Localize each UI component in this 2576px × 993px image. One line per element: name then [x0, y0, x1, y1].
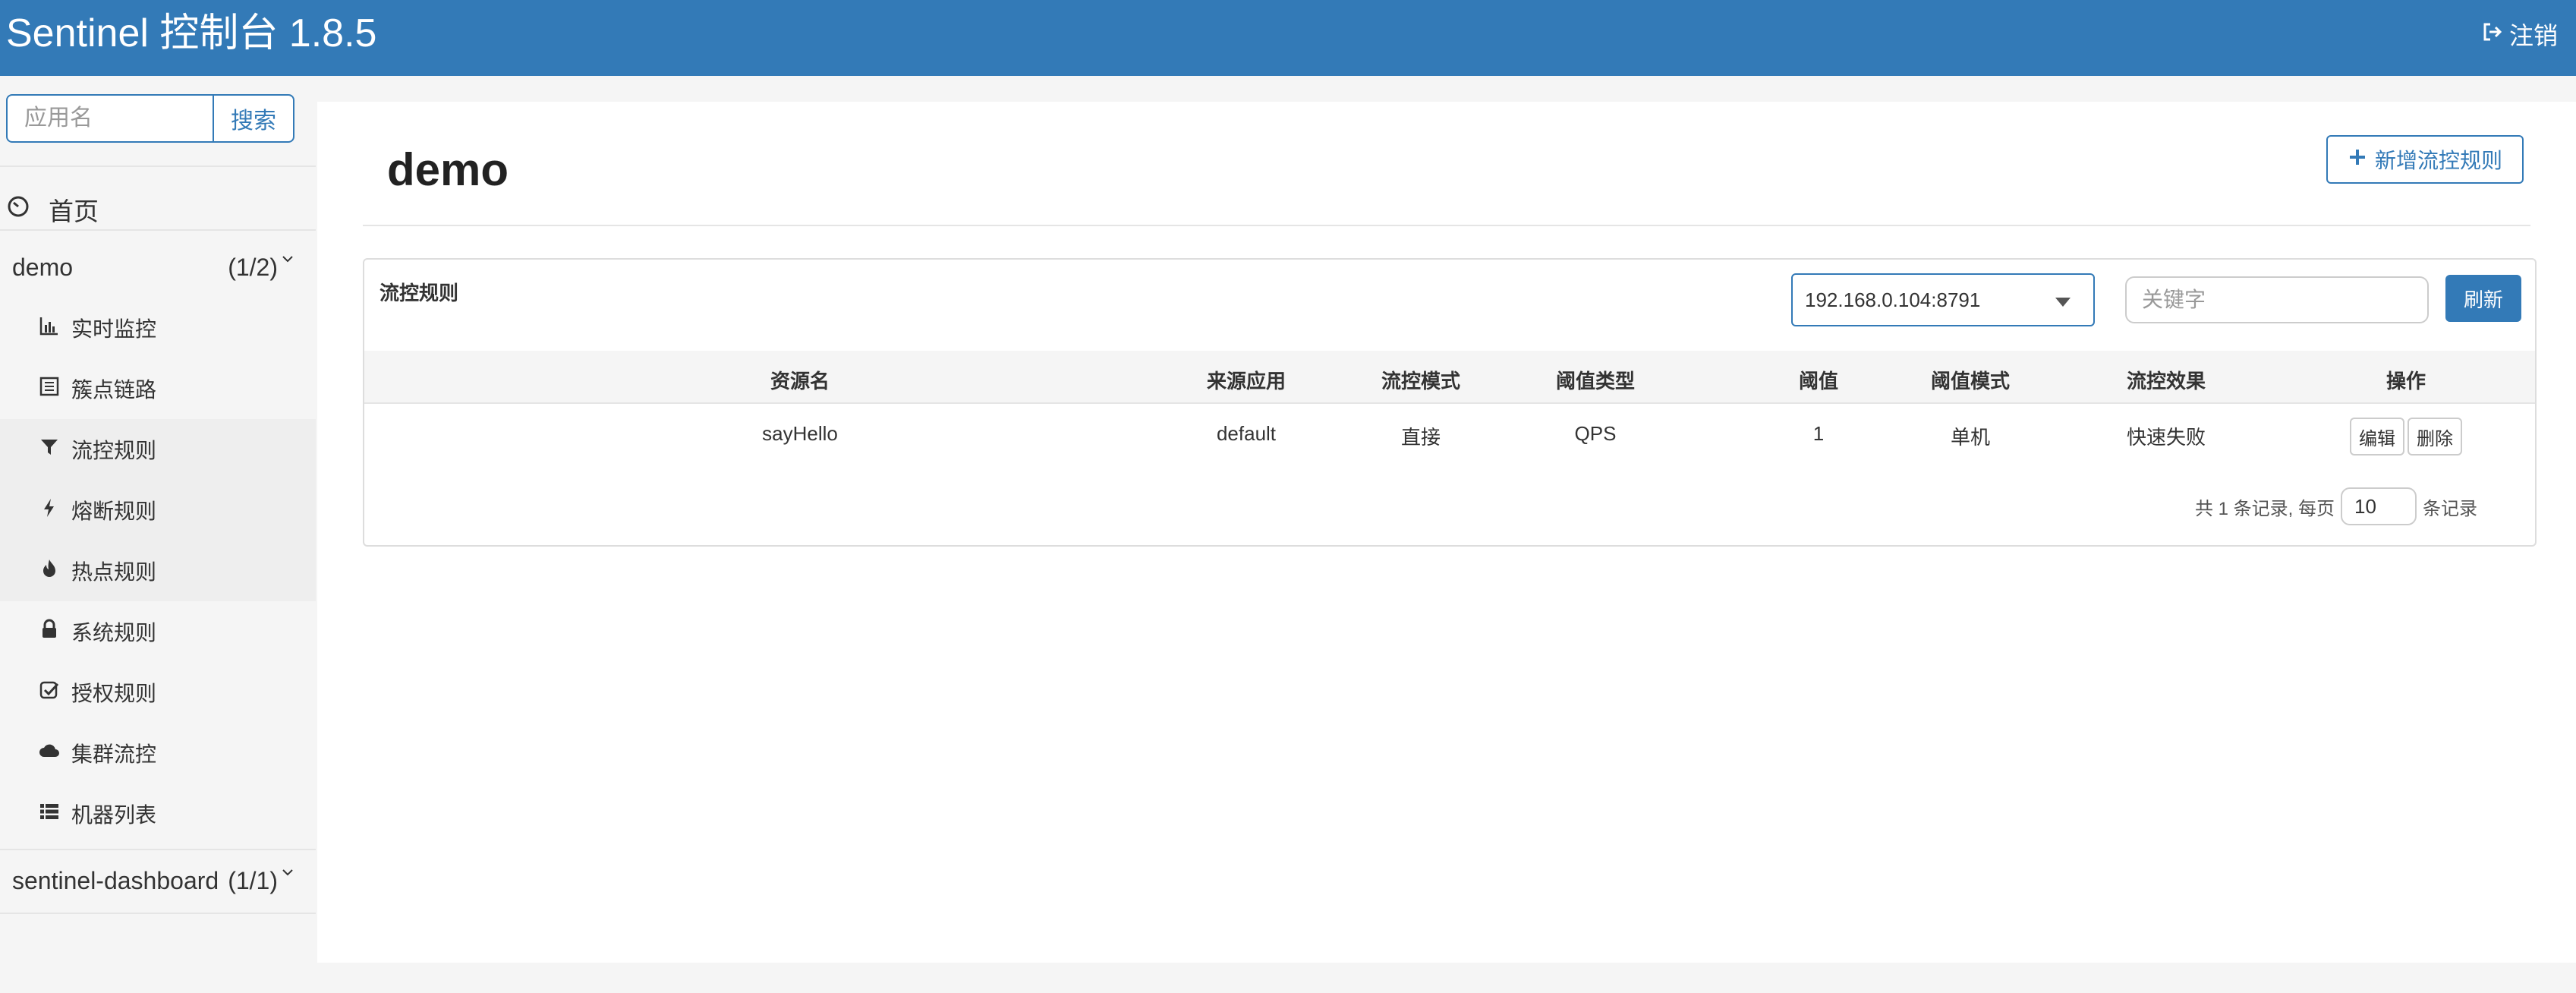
- app-search-input[interactable]: [6, 94, 213, 143]
- sidebar-item-label: 熔断规则: [71, 500, 157, 523]
- add-flow-rule-label: 新增流控规则: [2374, 149, 2502, 172]
- filter-icon: [38, 436, 61, 464]
- bar-chart-icon: [38, 314, 61, 342]
- sidebar-item-label: 系统规则: [71, 621, 157, 645]
- list-alt-icon: [38, 375, 61, 403]
- app-row-demo[interactable]: demo (1/2): [0, 235, 316, 299]
- dashboard-icon: [6, 194, 30, 225]
- sidebar-item-label: 实时监控: [71, 317, 157, 341]
- sidebar-item-hotspot-rules[interactable]: 热点规则: [0, 541, 316, 601]
- check-icon: [38, 679, 61, 707]
- sidebar-item-flow-rules[interactable]: 流控规则: [0, 419, 316, 480]
- edit-button[interactable]: 编辑: [2350, 418, 2404, 456]
- sidebar-item-label: 集群流控: [71, 742, 157, 766]
- machine-select-value: 192.168.0.104:8791: [1805, 288, 1981, 311]
- chevron-down-icon: [278, 865, 294, 896]
- pagination-prefix: 共 1 条记录, 每页: [2194, 498, 2335, 519]
- sidebar-item-system-rules[interactable]: 系统规则: [0, 601, 316, 662]
- column-header: 阈值: [1798, 370, 1839, 392]
- lock-icon: [38, 618, 61, 646]
- column-header: 来源应用: [1206, 370, 1286, 392]
- table-cell: 直接: [1400, 426, 1441, 449]
- pagination: 共 1 条记录, 每页 条记录: [2195, 487, 2477, 525]
- app-name: sentinel-dashboard: [12, 866, 219, 894]
- sidebar-divider: [0, 166, 316, 167]
- sidebar-item-label: 首页: [49, 197, 99, 225]
- table-cell: 快速失败: [2126, 426, 2206, 449]
- app-title[interactable]: Sentinel 控制台 1.8.5: [6, 9, 376, 58]
- sidebar-item-label: 流控规则: [71, 439, 157, 462]
- sidebar-item-realtime-monitor[interactable]: 实时监控: [0, 298, 316, 358]
- column-header: 阈值模式: [1930, 370, 2011, 392]
- column-header: 资源名: [770, 370, 830, 392]
- plus-icon: [2348, 147, 2367, 172]
- table-cell: QPS: [1574, 422, 1617, 445]
- sidebar-item-cluster-point-link[interactable]: 簇点链路: [0, 358, 316, 419]
- delete-button[interactable]: 删除: [2408, 418, 2462, 456]
- app-search-button[interactable]: 搜索: [213, 94, 294, 143]
- refresh-button[interactable]: 刷新: [2445, 275, 2521, 322]
- sidebar-item-label: 热点规则: [71, 560, 157, 584]
- column-header: 流控模式: [1381, 370, 1461, 392]
- pagination-suffix: 条记录: [2423, 498, 2477, 519]
- flash-icon: [38, 496, 61, 525]
- page-size-input[interactable]: [2341, 487, 2417, 525]
- app-machine-count: (1/1): [228, 866, 278, 894]
- cloud-icon: [38, 739, 61, 768]
- machine-select[interactable]: 192.168.0.104:8791: [1791, 273, 2095, 326]
- sidebar-item-label: 授权规则: [71, 682, 157, 705]
- title-divider: [363, 225, 2530, 226]
- add-flow-rule-button[interactable]: 新增流控规则: [2326, 135, 2524, 184]
- table-cell: sayHello: [762, 422, 838, 445]
- sidebar-divider: [0, 913, 316, 914]
- sidebar-item-label: 机器列表: [71, 803, 157, 827]
- chevron-down-icon: [278, 252, 294, 282]
- column-header: 流控效果: [2126, 370, 2206, 392]
- main-content: demo 新增流控规则 流控规则 192.168.0.104:8791 刷新 资…: [317, 102, 2576, 963]
- table-cell: 单机: [1950, 426, 1991, 449]
- app-name: demo: [12, 253, 74, 281]
- sidebar-item-authority-rules[interactable]: 授权规则: [0, 662, 316, 723]
- sign-out-icon: [2480, 20, 2505, 51]
- th-list-icon: [38, 800, 61, 828]
- app-search: 搜索: [6, 94, 294, 143]
- sidebar-item-cluster-flow[interactable]: 集群流控: [0, 723, 316, 783]
- app-row-sentinel-dashboard[interactable]: sentinel-dashboard (1/1): [0, 849, 316, 913]
- flow-rules-panel: 流控规则 192.168.0.104:8791 刷新 资源名 来源应用 流控模式…: [363, 258, 2537, 547]
- panel-title: 流控规则: [379, 282, 459, 304]
- sidebar-item-home[interactable]: 首页: [0, 176, 316, 243]
- sidebar-item-label: 簇点链路: [71, 378, 157, 402]
- sidebar-divider: [0, 229, 316, 231]
- column-header: 阈值类型: [1555, 370, 1636, 392]
- table-row: sayHello default 直接 QPS 1 单机 快速失败 编辑 删除: [364, 405, 2535, 466]
- app-machine-count: (1/2): [228, 253, 278, 281]
- table-cell: 1: [1812, 422, 1825, 445]
- table-header: 资源名 来源应用 流控模式 阈值类型 阈值 阈值模式 流控效果 操作: [364, 351, 2535, 404]
- keyword-search-input[interactable]: [2125, 276, 2429, 323]
- sidebar-item-machine-list[interactable]: 机器列表: [0, 783, 316, 844]
- page-title: demo: [387, 144, 509, 195]
- top-navbar: Sentinel 控制台 1.8.5 注销: [0, 0, 2576, 76]
- sidebar-item-degrade-rules[interactable]: 熔断规则: [0, 480, 316, 541]
- table-cell: default: [1216, 422, 1277, 445]
- logout-button[interactable]: 注销: [2480, 20, 2558, 51]
- sidebar: 搜索 首页 demo (1/2) 实时监控 簇点链路 流控规则: [0, 76, 316, 993]
- logout-label: 注销: [2508, 21, 2558, 49]
- fire-icon: [38, 557, 61, 585]
- column-header: 操作: [2385, 370, 2426, 392]
